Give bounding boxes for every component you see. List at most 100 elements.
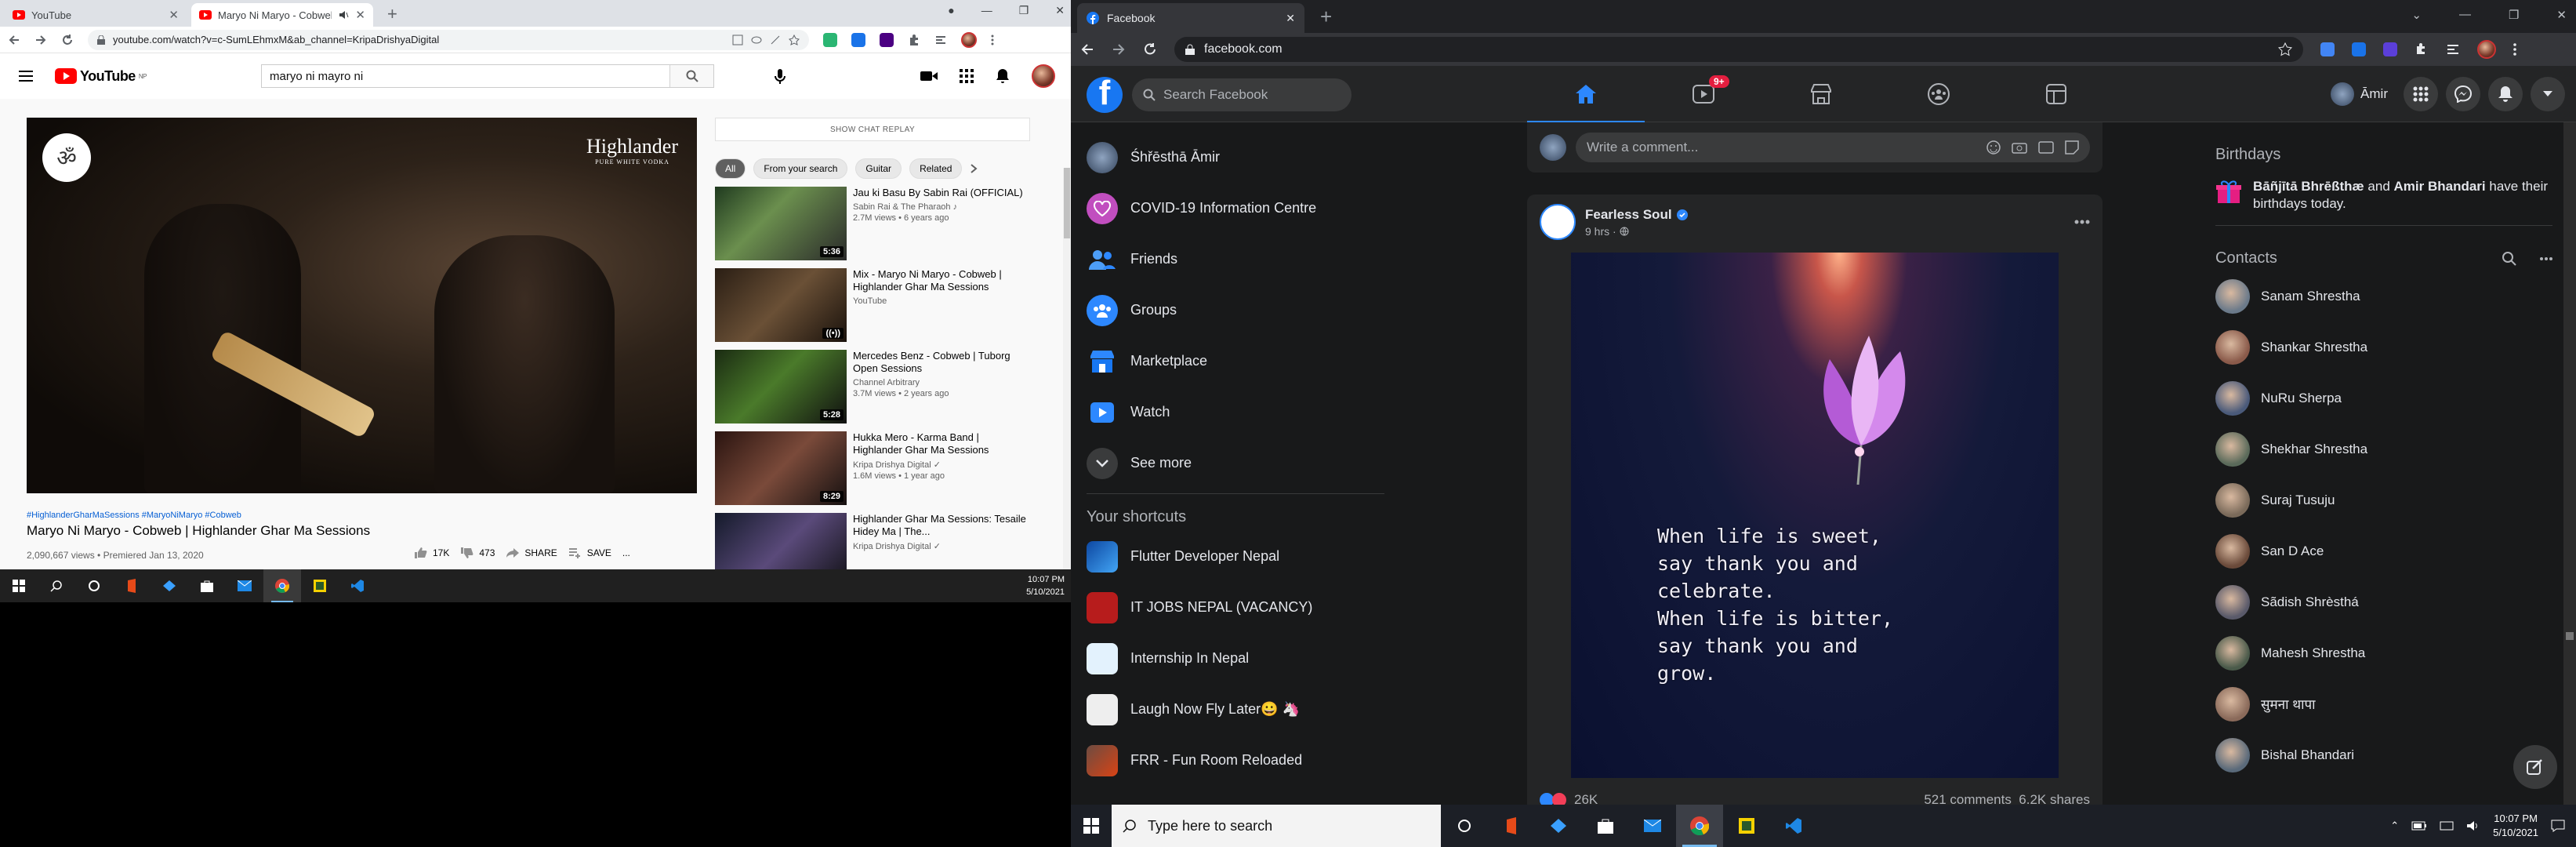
contact-item[interactable]: Shankar Shrestha <box>2215 322 2560 373</box>
reading-list-icon[interactable] <box>2446 42 2460 56</box>
battery-icon[interactable] <box>2411 821 2427 831</box>
nav-marketplace[interactable] <box>1762 66 1880 122</box>
page-scrollbar[interactable] <box>2563 122 2576 805</box>
more-options-icon[interactable] <box>2074 220 2090 224</box>
taskbar-store[interactable] <box>188 569 226 602</box>
maximize-button[interactable]: ❐ <box>1019 4 1029 17</box>
save-button[interactable]: SAVE <box>568 547 611 558</box>
eye-icon[interactable] <box>751 35 762 45</box>
extension-icon[interactable] <box>2320 42 2335 56</box>
camera-icon[interactable] <box>2012 141 2027 154</box>
taskbar-search-button[interactable] <box>38 569 75 602</box>
minimize-button[interactable]: — <box>981 4 992 17</box>
close-window-button[interactable]: ✕ <box>1055 4 1065 17</box>
extension-icon[interactable] <box>2383 42 2397 56</box>
taskbar-mail[interactable] <box>226 569 263 602</box>
profile-dot-icon[interactable]: ● <box>948 4 954 17</box>
suggested-channel[interactable]: Sabin Rai & The Pharaoh ♪ <box>853 202 1023 212</box>
shortcut-item[interactable]: FRR - Fun Room Reloaded <box>1071 735 1400 786</box>
emoji-icon[interactable] <box>1986 140 2001 154</box>
close-tab-icon[interactable]: ✕ <box>169 8 179 22</box>
search-icon[interactable] <box>2502 251 2516 266</box>
chip-related[interactable]: Related <box>909 158 963 179</box>
account-button[interactable] <box>2531 77 2565 111</box>
birthday-name[interactable]: Bāñjītā Bhrēßthæ <box>2253 179 2364 194</box>
taskbar-office[interactable] <box>1488 805 1535 847</box>
shortcut-item[interactable]: IT JOBS NEPAL (VACANCY) <box>1071 582 1400 633</box>
taskbar-app[interactable] <box>1723 805 1770 847</box>
taskbar-mail[interactable] <box>1629 805 1676 847</box>
taskbar-app[interactable] <box>301 569 339 602</box>
puzzle-icon[interactable] <box>908 34 920 46</box>
scrollbar-thumb[interactable] <box>1064 168 1070 238</box>
sidebar-item-groups[interactable]: Groups <box>1071 285 1400 336</box>
tab-youtube[interactable]: YouTube ✕ <box>5 3 187 27</box>
taskbar-chrome[interactable] <box>1676 805 1723 847</box>
profile-avatar[interactable] <box>2477 40 2496 59</box>
menu-button[interactable] <box>2404 77 2438 111</box>
sidebar-item-watch[interactable]: Watch <box>1071 387 1400 438</box>
mute-tab-icon[interactable] <box>338 9 349 20</box>
cortana-button[interactable] <box>1441 805 1488 847</box>
video-thumbnail[interactable]: ((•)) <box>715 268 847 342</box>
chevron-up-icon[interactable]: ⌃ <box>2390 820 2399 832</box>
shortcut-item[interactable]: Internship In Nepal <box>1071 633 1400 684</box>
reload-icon[interactable] <box>61 34 74 46</box>
notifications-button[interactable] <box>2488 77 2523 111</box>
post-time[interactable]: 9 hrs · <box>1585 225 1616 238</box>
star-icon[interactable] <box>2278 42 2292 56</box>
taskbar-office[interactable] <box>113 569 151 602</box>
sidebar-item-profile[interactable]: Śhřēsthā Āmir <box>1071 132 1400 183</box>
birthday-name[interactable]: Amir Bhandari <box>2394 179 2486 194</box>
suggested-video[interactable]: 5:36 Jau ki Basu By Sabin Rai (OFFICIAL) S… <box>715 187 1030 260</box>
suggested-title[interactable]: Jau ki Basu By Sabin Rai (OFFICIAL) <box>853 187 1023 199</box>
scrollbar-thumb[interactable] <box>2566 632 2574 640</box>
tab-search-icon[interactable]: ⌄ <box>2411 8 2422 22</box>
suggested-channel[interactable]: Channel Arbitrary <box>853 378 1030 387</box>
network-icon[interactable] <box>2440 820 2454 831</box>
profile-shortcut[interactable]: Āmir <box>2331 82 2388 106</box>
suggested-video[interactable]: 8:29 Hukka Mero - Karma Band | Highlander… <box>715 431 1030 505</box>
nav-gaming[interactable] <box>1997 66 2115 122</box>
suggested-title[interactable]: Highlander Ghar Ma Sessions: Tesaile Hid… <box>853 513 1030 538</box>
profile-avatar[interactable] <box>961 31 977 48</box>
close-window-button[interactable]: ✕ <box>2556 8 2567 22</box>
contact-item[interactable]: Sãdish Shrèsthá <box>2215 576 2560 627</box>
contact-item[interactable]: NuRu Sherpa <box>2215 373 2560 424</box>
extension-icon[interactable] <box>823 32 837 47</box>
back-icon[interactable] <box>8 34 20 46</box>
bell-icon[interactable] <box>996 68 1010 84</box>
sidebar-item-marketplace[interactable]: Marketplace <box>1071 336 1400 387</box>
youtube-logo[interactable]: YouTube NP <box>55 68 147 85</box>
close-tab-icon[interactable]: ✕ <box>1286 12 1295 25</box>
extension-icon[interactable] <box>2352 42 2366 56</box>
gif-icon[interactable] <box>2038 141 2054 154</box>
channel-watermark[interactable]: ॐ <box>42 133 91 182</box>
suggested-video[interactable]: Highlander Ghar Ma Sessions: Tesaile Hid… <box>715 513 1030 576</box>
reload-icon[interactable] <box>1143 42 1157 56</box>
chevron-right-icon[interactable] <box>970 164 978 173</box>
suggested-video[interactable]: 5:28 Mercedes Benz - Cobweb | Tuborg Open… <box>715 350 1030 424</box>
contact-item[interactable]: Sanam Shrestha <box>2215 271 2560 322</box>
taskbar-search-box[interactable]: Type here to search <box>1112 805 1441 847</box>
task-view-button[interactable] <box>75 569 113 602</box>
shortcut-item[interactable]: Laugh Now Fly Later😀 🦄 <box>1071 684 1400 735</box>
suggested-channel[interactable]: Kripa Drishya Digital ✓ <box>853 541 1030 551</box>
chip-guitar[interactable]: Guitar <box>855 158 902 179</box>
contact-item[interactable]: सुमना थापा <box>2215 678 2560 729</box>
video-thumbnail[interactable]: 5:36 <box>715 187 847 260</box>
notification-center-icon[interactable] <box>2551 820 2565 832</box>
dislike-button[interactable]: 473 <box>460 547 495 559</box>
facebook-logo[interactable]: f <box>1087 77 1123 113</box>
sidebar-item-covid[interactable]: COVID-19 Information Centre <box>1071 183 1400 234</box>
maximize-button[interactable]: ❐ <box>2509 8 2519 22</box>
url-field[interactable]: facebook.com <box>1174 37 2303 62</box>
install-icon[interactable] <box>732 35 743 45</box>
account-avatar[interactable] <box>1032 64 1055 88</box>
contact-item[interactable]: San D Ace <box>2215 525 2560 576</box>
taskbar-app[interactable] <box>1535 805 1582 847</box>
contact-item[interactable]: Shekhar Shrestha <box>2215 424 2560 474</box>
taskbar-app[interactable] <box>151 569 188 602</box>
new-tab-button[interactable]: + <box>1320 5 1332 29</box>
video-thumbnail[interactable]: 8:29 <box>715 431 847 505</box>
